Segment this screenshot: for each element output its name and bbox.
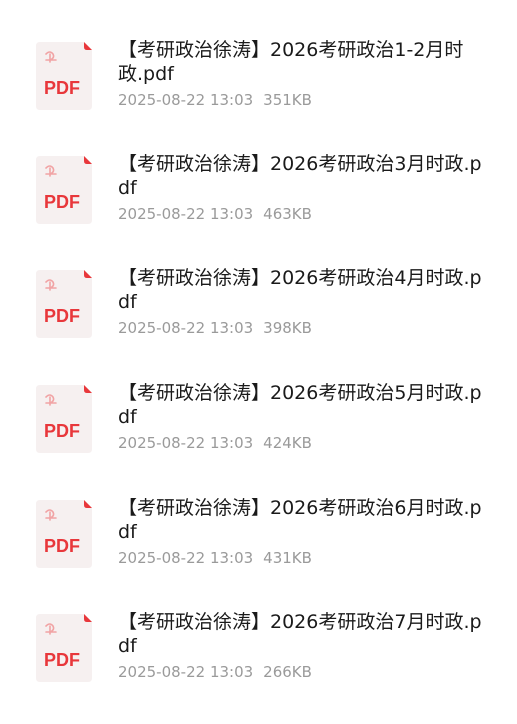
file-info: 【考研政治徐涛】2026考研政治3月时政.pdf 2025-08-22 13:0… <box>118 152 488 224</box>
file-size: 424KB <box>263 434 312 452</box>
file-info: 【考研政治徐涛】2026考研政治4月时政.pdf 2025-08-22 13:0… <box>118 266 488 338</box>
pdf-file-icon: PDF <box>36 500 92 568</box>
file-date: 2025-08-22 13:03 <box>118 205 254 223</box>
file-name[interactable]: 【考研政治徐涛】2026考研政治3月时政.pdf <box>118 152 488 200</box>
pdf-file-icon: PDF <box>36 42 92 110</box>
file-item[interactable]: PDF 【考研政治徐涛】2026考研政治1-2月时政.pdf 2025-08-2… <box>0 39 517 152</box>
file-name[interactable]: 【考研政治徐涛】2026考研政治5月时政.pdf <box>118 381 488 429</box>
pdf-icon-label: PDF <box>44 536 80 556</box>
pdf-icon-label: PDF <box>44 306 80 326</box>
file-date: 2025-08-22 13:03 <box>118 91 254 109</box>
file-info: 【考研政治徐涛】2026考研政治1-2月时政.pdf 2025-08-22 13… <box>118 38 488 110</box>
file-item[interactable]: PDF 【考研政治徐涛】2026考研政治3月时政.pdf 2025-08-22 … <box>0 153 517 266</box>
file-meta: 2025-08-22 13:03 431KB <box>118 548 488 568</box>
file-date: 2025-08-22 13:03 <box>118 549 254 567</box>
pdf-icon-label: PDF <box>44 421 80 441</box>
file-size: 398KB <box>263 319 312 337</box>
file-size: 463KB <box>263 205 312 223</box>
file-item[interactable]: PDF 【考研政治徐涛】2026考研政治5月时政.pdf 2025-08-22 … <box>0 382 517 495</box>
pdf-icon-label: PDF <box>44 78 80 98</box>
file-item[interactable]: PDF 【考研政治徐涛】2026考研政治6月时政.pdf 2025-08-22 … <box>0 497 517 610</box>
file-meta: 2025-08-22 13:03 424KB <box>118 433 488 453</box>
file-name[interactable]: 【考研政治徐涛】2026考研政治1-2月时政.pdf <box>118 38 488 86</box>
pdf-icon-label: PDF <box>44 650 80 670</box>
file-size: 431KB <box>263 549 312 567</box>
file-list: PDF 【考研政治徐涛】2026考研政治1-2月时政.pdf 2025-08-2… <box>0 0 517 723</box>
file-name[interactable]: 【考研政治徐涛】2026考研政治6月时政.pdf <box>118 496 488 544</box>
file-info: 【考研政治徐涛】2026考研政治5月时政.pdf 2025-08-22 13:0… <box>118 381 488 453</box>
file-meta: 2025-08-22 13:03 398KB <box>118 318 488 338</box>
file-item[interactable]: PDF 【考研政治徐涛】2026考研政治7月时政.pdf 2025-08-22 … <box>0 611 517 724</box>
file-name[interactable]: 【考研政治徐涛】2026考研政治7月时政.pdf <box>118 610 488 658</box>
pdf-file-icon: PDF <box>36 270 92 338</box>
file-date: 2025-08-22 13:03 <box>118 663 254 681</box>
file-info: 【考研政治徐涛】2026考研政治7月时政.pdf 2025-08-22 13:0… <box>118 610 488 682</box>
pdf-file-icon: PDF <box>36 614 92 682</box>
file-date: 2025-08-22 13:03 <box>118 319 254 337</box>
file-meta: 2025-08-22 13:03 266KB <box>118 662 488 682</box>
file-size: 351KB <box>263 91 312 109</box>
pdf-file-icon: PDF <box>36 156 92 224</box>
file-size: 266KB <box>263 663 312 681</box>
file-name[interactable]: 【考研政治徐涛】2026考研政治4月时政.pdf <box>118 266 488 314</box>
file-item[interactable]: PDF 【考研政治徐涛】2026考研政治4月时政.pdf 2025-08-22 … <box>0 267 517 380</box>
pdf-icon-label: PDF <box>44 192 80 212</box>
file-info: 【考研政治徐涛】2026考研政治6月时政.pdf 2025-08-22 13:0… <box>118 496 488 568</box>
file-date: 2025-08-22 13:03 <box>118 434 254 452</box>
file-meta: 2025-08-22 13:03 463KB <box>118 204 488 224</box>
pdf-file-icon: PDF <box>36 385 92 453</box>
file-meta: 2025-08-22 13:03 351KB <box>118 90 488 110</box>
